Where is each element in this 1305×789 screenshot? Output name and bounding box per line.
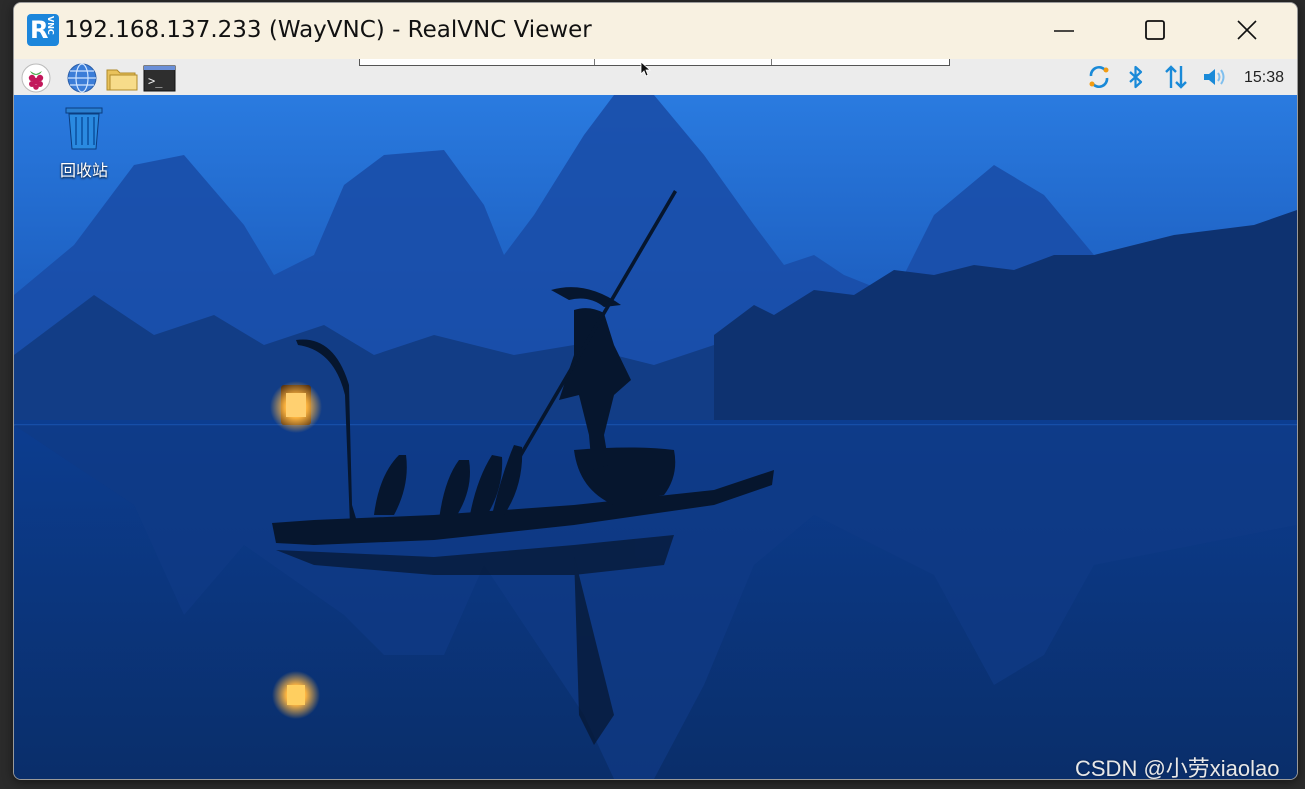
vnc-viewer-window: R VNC 192.168.137.233 (WayVNC) - RealVNC …: [13, 2, 1298, 780]
network-sync-icon: [1089, 65, 1109, 89]
wallpaper-image: [14, 95, 1297, 779]
maximize-button[interactable]: [1130, 11, 1180, 51]
desktop-icon-label: 回收站: [59, 161, 108, 180]
desktop-area[interactable]: 回收站: [14, 95, 1297, 779]
close-button[interactable]: [1222, 11, 1272, 51]
network-updown-button[interactable]: [1162, 63, 1190, 91]
mouse-pointer-icon: [640, 61, 652, 77]
bluetooth-icon: [1129, 65, 1143, 89]
minimize-button[interactable]: [1039, 11, 1089, 51]
bluetooth-button[interactable]: [1122, 63, 1150, 91]
raspberry-menu-button[interactable]: [20, 62, 52, 94]
taskbar-separator: [594, 59, 595, 65]
desktop-panel: >_ 15:38: [14, 59, 1297, 95]
taskbar-separator: [771, 59, 772, 65]
svg-text:>_: >_: [148, 74, 163, 88]
taskbar-window-list[interactable]: [359, 59, 950, 66]
minimize-icon: [1054, 30, 1074, 32]
desktop-icon-trash[interactable]: 回收站: [44, 105, 124, 181]
maximize-icon: [1145, 20, 1165, 40]
watermark-text: CSDN @小劳xiaolao: [1075, 756, 1280, 781]
file-manager-button[interactable]: [104, 62, 138, 94]
web-browser-button[interactable]: [66, 62, 98, 94]
title-bar[interactable]: R VNC 192.168.137.233 (WayVNC) - RealVNC …: [14, 3, 1297, 59]
clock-label[interactable]: 15:38: [1244, 69, 1284, 87]
terminal-icon: >_: [143, 65, 176, 92]
trash-icon: [65, 107, 103, 150]
network-sync-button[interactable]: [1085, 63, 1113, 91]
raspberry-menu-icon: [21, 63, 51, 93]
web-browser-icon: [67, 63, 97, 93]
network-updown-icon: [1165, 65, 1187, 89]
volume-icon: [1204, 69, 1225, 85]
volume-button[interactable]: [1201, 63, 1229, 91]
close-icon: [1237, 20, 1257, 40]
realvnc-logo-icon: R VNC: [27, 14, 59, 46]
terminal-button[interactable]: >_: [143, 62, 176, 94]
file-manager-icon: [106, 69, 138, 91]
window-title: 192.168.137.233 (WayVNC) - RealVNC Viewe…: [64, 17, 592, 43]
